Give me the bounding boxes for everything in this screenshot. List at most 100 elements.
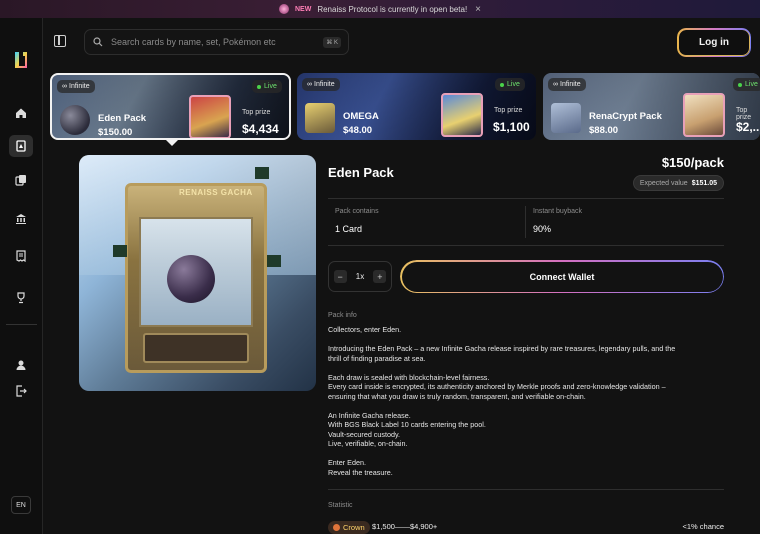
infinite-tag: ∞ Infinite (548, 78, 586, 91)
pack-price-per-pack: $150/pack (661, 155, 724, 170)
sidebar-divider (6, 324, 37, 325)
search-shortcut: ⌘ K (323, 37, 341, 48)
new-badge: NEW (294, 5, 312, 13)
announcement-banner: NEW Renaiss Protocol is currently in ope… (0, 0, 760, 18)
info-line: Every card inside is encrypted, its auth… (328, 382, 666, 391)
pack-card-eden[interactable]: ∞ Infinite Live Eden Pack $150.00 Top pr… (50, 73, 291, 140)
pack-thumbnail (60, 105, 90, 135)
pack-price: $88.00 (589, 125, 619, 136)
live-tag-label: Live (507, 81, 520, 88)
decrement-button[interactable]: − (333, 270, 347, 283)
toggle-sidebar-icon[interactable] (54, 35, 66, 47)
top-prize-card-image (683, 93, 725, 137)
info-line: Enter Eden. (328, 458, 366, 467)
divider (328, 198, 724, 199)
search-icon (93, 37, 103, 47)
trophy-icon[interactable] (9, 287, 33, 309)
tier-range: $1,500——$4,900+ (372, 522, 438, 531)
pack-price: $48.00 (343, 125, 373, 136)
infinite-tag: ∞ Infinite (57, 80, 95, 93)
divider (328, 489, 724, 490)
infinite-tag: ∞ Infinite (302, 78, 340, 91)
pack-thumbnail (305, 103, 335, 133)
quantity-stepper: − 1x + (328, 261, 392, 292)
search-bar[interactable]: ⌘ K (84, 29, 349, 55)
live-dot-icon (257, 84, 261, 89)
info-line: Live, verifiable, on-chain. (328, 439, 408, 448)
pack-card-renacrypt[interactable]: ∞ Infinite Live RenaCrypt Pack $88.00 To… (543, 73, 760, 140)
live-dot-icon (738, 82, 742, 87)
crown-tier-badge: Crown (328, 521, 370, 534)
live-tag: Live (252, 80, 282, 93)
live-tag: Live (495, 78, 525, 91)
expected-value-badge: Expected value $151.05 (632, 175, 724, 191)
tier-name: Crown (343, 523, 365, 532)
connect-wallet-button[interactable]: Connect Wallet (400, 260, 724, 293)
info-line: Collectors, enter Eden. (328, 325, 402, 334)
sidebar: EN (0, 18, 43, 534)
selected-pack-indicator-icon (166, 140, 178, 146)
top-prize-value: $4,434 (242, 122, 279, 136)
bank-icon[interactable] (9, 208, 33, 230)
pack-thumbnail (551, 103, 581, 133)
divider (328, 245, 724, 246)
infinite-tag-label: Infinite (314, 81, 335, 88)
pack-info-label: Pack info (328, 312, 357, 319)
banner-text: Renaiss Protocol is currently in open be… (317, 4, 468, 14)
top-prize-label: Top prize (242, 109, 271, 116)
banner-logo-icon (278, 4, 289, 14)
logout-icon[interactable] (9, 380, 33, 402)
info-line: thrill of finding paradise at sea. (328, 354, 426, 363)
info-line: Reveal the treasure. (328, 468, 393, 477)
infinite-tag-label: Infinite (69, 83, 90, 90)
search-input[interactable] (111, 37, 311, 47)
top-prize-card-image (189, 95, 231, 138)
app-logo-icon[interactable] (13, 50, 29, 70)
info-line: ensuring that what you draw is truly ran… (328, 392, 586, 401)
instant-buyback-value: 90% (533, 224, 552, 234)
flag-icon (113, 245, 127, 257)
top-prize-label: Top prize (736, 107, 752, 121)
gacha-brand-logo: RENAISS GACHA (179, 188, 253, 197)
info-line: Introducing the Eden Pack – a new Infini… (328, 344, 676, 353)
pack-name: OMEGA (343, 111, 379, 122)
home-icon[interactable] (9, 102, 33, 124)
top-prize-label: Top prize (494, 107, 523, 114)
pack-name: Eden Pack (98, 113, 147, 124)
live-tag-label: Live (745, 81, 758, 88)
pack-price: $150.00 (98, 127, 133, 138)
top-prize-card-image (441, 93, 483, 137)
cards-icon[interactable] (9, 169, 33, 191)
pack-hero-image: RENAISS GACHA (79, 155, 316, 391)
increment-button[interactable]: + (373, 270, 387, 283)
expected-value: $151.05 (691, 179, 717, 187)
live-tag: Live (733, 78, 760, 91)
expected-value-label: Expected value (639, 179, 688, 187)
language-selector[interactable]: EN (11, 496, 31, 514)
stats-divider (525, 206, 526, 238)
pack-name: RenaCrypt Pack (589, 111, 662, 122)
instant-buyback-label: Instant buyback (533, 208, 583, 215)
infinite-tag-label: Infinite (560, 81, 581, 88)
receipt-icon[interactable] (9, 245, 33, 267)
flag-icon (267, 255, 281, 267)
close-icon[interactable]: × (475, 4, 481, 15)
pack-contains-value: 1 Card (335, 224, 363, 234)
connect-wallet-label: Connect Wallet (529, 271, 595, 282)
packs-icon[interactable] (9, 135, 33, 157)
top-prize-value: $2,... (736, 120, 760, 134)
pack-contains-label: Pack contains (335, 208, 379, 215)
statistic-label: Statistic (328, 502, 353, 509)
live-tag-label: Live (264, 83, 277, 90)
pack-title: Eden Pack (328, 165, 394, 180)
gacha-base (143, 333, 249, 363)
top-prize-value: $1,100 (493, 120, 530, 134)
tier-chance: <1% chance (682, 522, 725, 531)
login-button[interactable]: Log in (678, 29, 750, 56)
live-dot-icon (500, 82, 504, 87)
flag-icon (255, 167, 269, 179)
user-icon[interactable] (9, 354, 33, 376)
pack-card-omega[interactable]: ∞ Infinite Live OMEGA $48.00 Top prize $… (297, 73, 536, 140)
info-line: With BGS Black Label 10 cards entering t… (328, 420, 486, 429)
quantity-value: 1x (355, 272, 365, 281)
